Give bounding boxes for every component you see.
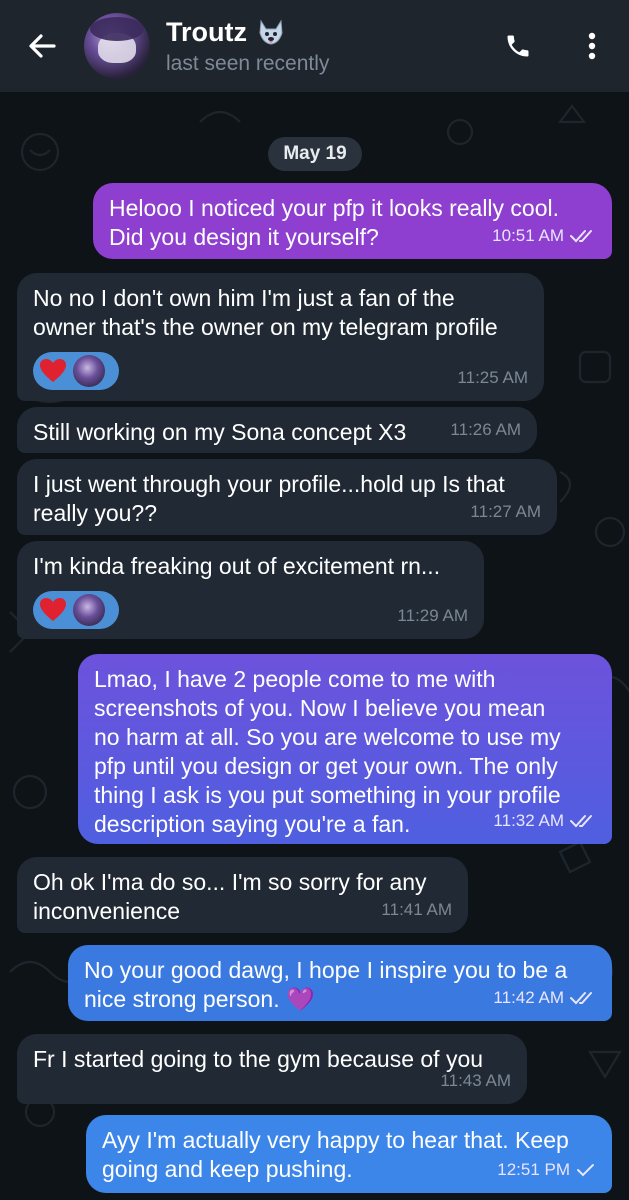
last-seen-status: last seen recently [166,51,330,75]
message-time: 11:27 AM [470,502,541,521]
message-bubble-outgoing[interactable]: No your good dawg, I hope I inspire you … [68,945,612,1021]
message-meta: 11:43 AM [440,1066,511,1095]
single-check-icon [577,1163,594,1176]
message-time: 11:26 AM [450,420,521,439]
message-meta: 10:51 AM [492,221,596,250]
message-meta: 11:25 AM [457,363,528,392]
message-bubble-incoming[interactable]: No no I don't own him I'm just a fan of … [17,273,544,401]
message-bubble-outgoing[interactable]: Helooo I noticed your pfp it looks reall… [93,183,612,259]
message-time: 10:51 AM [492,226,564,245]
heart-reaction-icon [37,355,69,387]
chat-header: Troutz last seen recently [0,0,629,92]
back-arrow-icon [29,34,56,58]
message-time: 12:51 PM [497,1160,570,1179]
message-meta: 11:42 AM [493,983,596,1012]
reactor-avatar [73,594,105,626]
more-options-button[interactable] [555,0,629,92]
double-check-icon [570,991,592,1004]
message-text: No no I don't own him I'm just a fan of … [33,285,498,340]
message-meta: 12:51 PM [497,1155,596,1184]
heart-reaction-icon [37,594,69,626]
message-bubble-incoming[interactable]: I'm kinda freaking out of excitement rn.… [17,541,484,639]
message-time: 11:42 AM [493,988,564,1007]
message-time: 11:32 AM [493,811,564,830]
message-text: Still working on my Sona concept X3 [33,419,407,445]
more-vertical-icon [588,32,596,60]
message-time: 11:41 AM [381,900,452,919]
message-time: 11:43 AM [440,1071,511,1090]
message-meta: 11:26 AM [450,415,521,444]
call-button[interactable] [481,0,555,92]
reaction-pill[interactable] [33,591,119,629]
message-meta: 11:41 AM [381,895,452,924]
back-button[interactable] [0,0,84,92]
reactor-avatar [73,355,105,387]
message-text: I just went through your profile...hold … [33,471,505,526]
contact-info[interactable]: Troutz last seen recently [166,17,481,76]
message-text: I'm kinda freaking out of excitement rn.… [33,553,441,579]
message-bubble-outgoing[interactable]: Lmao, I have 2 people come to me with sc… [78,654,612,844]
message-meta: 11:32 AM [493,806,596,835]
message-bubble-incoming[interactable]: Still working on my Sona concept X3 11:2… [17,407,537,453]
message-bubble-incoming[interactable]: Fr I started going to the gym because of… [17,1034,527,1104]
wolf-emoji-icon [259,19,283,45]
double-check-icon [570,229,592,242]
message-bubble-incoming[interactable]: Oh ok I'ma do so... I'm so sorry for any… [17,857,468,933]
contact-name-row: Troutz [166,17,481,48]
message-text: Fr I started going to the gym because of… [33,1046,484,1072]
message-meta: 11:29 AM [397,601,468,630]
message-time: 11:25 AM [457,368,528,387]
contact-name: Troutz [166,16,247,47]
reaction-pill[interactable] [33,352,119,390]
contact-avatar[interactable] [84,13,150,79]
message-time: 11:29 AM [397,606,468,625]
double-check-icon [570,814,592,827]
date-separator: May 19 [268,137,362,171]
message-bubble-incoming[interactable]: I just went through your profile...hold … [17,459,557,535]
message-meta: 11:27 AM [470,497,541,526]
message-bubble-outgoing[interactable]: Ayy I'm actually very happy to hear that… [86,1115,612,1193]
phone-icon [507,35,529,57]
